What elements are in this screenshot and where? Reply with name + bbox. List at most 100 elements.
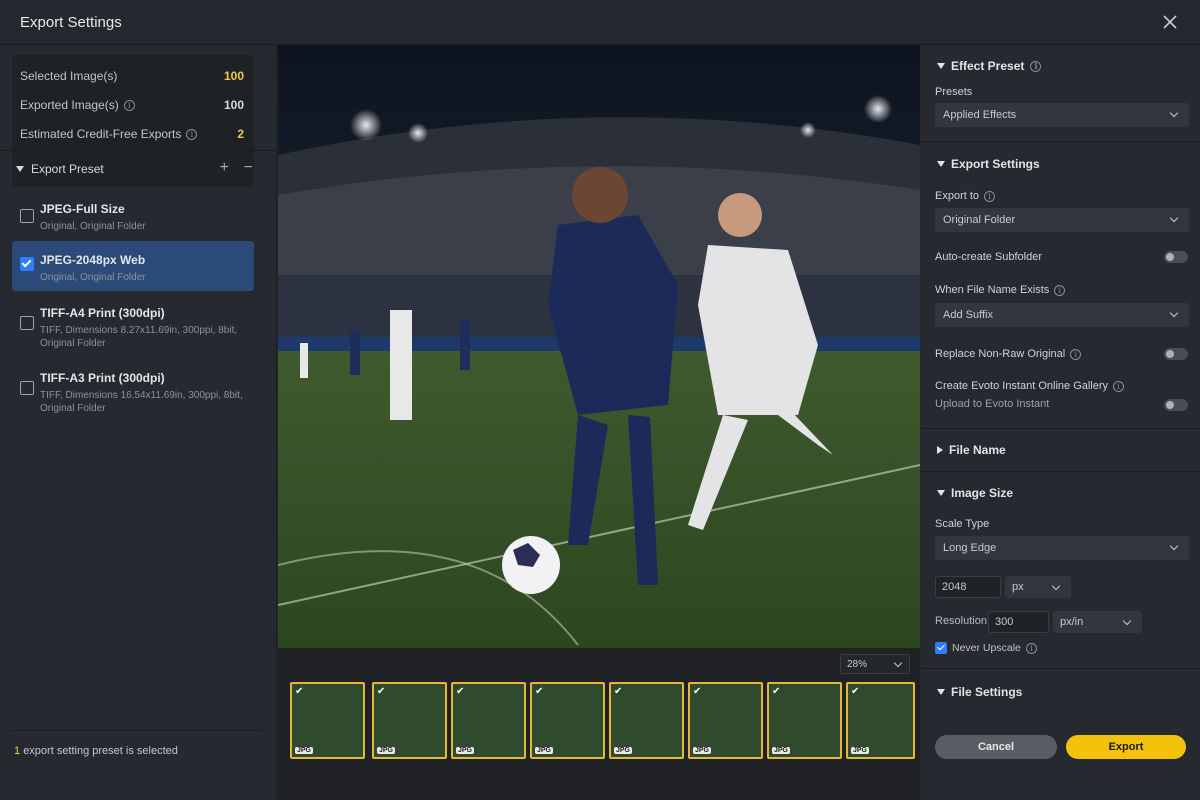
- replace-original-label-row: Replace Non-Raw Original i: [935, 348, 1082, 360]
- gallery-label: Create Evoto Instant Online Gallery: [935, 380, 1109, 392]
- info-icon[interactable]: i: [1054, 284, 1066, 296]
- file-name-header[interactable]: File Name: [937, 443, 1006, 457]
- preview-area: 28% ✔ JPG ✔ JPG ✔ JPG ✔ JPG ✔ JPG ✔ JPG ✔ JPG ✔…: [278, 45, 920, 800]
- thumbnail[interactable]: ✔ JPG: [846, 682, 915, 759]
- image-size-title: Image Size: [951, 486, 1014, 500]
- selected-images-row: Selected Image(s) 100: [20, 69, 246, 89]
- info-icon[interactable]: i: [123, 99, 135, 111]
- file-settings-header[interactable]: File Settings: [937, 685, 1022, 699]
- export-settings-dialog: Export Settings Selected Image(s) 100 Ex…: [0, 0, 1200, 800]
- file-exists-value: Add Suffix: [943, 309, 993, 321]
- preset-checkbox[interactable]: [20, 257, 34, 271]
- export-to-select[interactable]: Original Folder: [935, 208, 1189, 232]
- chevron-down-icon: [1122, 616, 1132, 626]
- file-name-title: File Name: [949, 443, 1006, 457]
- gallery-toggle[interactable]: [1164, 399, 1188, 411]
- divider: [921, 428, 1200, 429]
- never-upscale-checkbox[interactable]: [935, 642, 947, 654]
- selection-status: 1 export setting preset is selected: [14, 745, 178, 757]
- auto-subfolder-toggle[interactable]: [1164, 251, 1188, 263]
- file-settings-title: File Settings: [951, 685, 1023, 699]
- thumbnail[interactable]: ✔ JPG: [290, 682, 365, 759]
- divider: [921, 668, 1200, 669]
- preset-name: TIFF-A4 Print (300dpi): [40, 306, 165, 320]
- selection-status-text: export setting preset is selected: [23, 745, 178, 757]
- info-icon[interactable]: i: [1070, 348, 1082, 360]
- toggle-knob: [1166, 350, 1174, 358]
- auto-subfolder-label: Auto-create Subfolder: [935, 251, 1043, 263]
- export-preset-header[interactable]: Export Preset + −: [16, 159, 261, 182]
- size-input[interactable]: 2048: [935, 576, 1001, 598]
- resolution-input[interactable]: 300: [988, 611, 1049, 633]
- export-button[interactable]: Export: [1066, 735, 1186, 759]
- info-icon[interactable]: i: [186, 128, 198, 140]
- close-icon[interactable]: [1160, 12, 1180, 32]
- collapse-triangle-icon: [937, 490, 945, 496]
- thumbnail[interactable]: ✔ JPG: [372, 682, 447, 759]
- export-settings-title: Export Settings: [951, 157, 1040, 171]
- zoom-value: 28%: [847, 659, 868, 670]
- image-size-header[interactable]: Image Size: [937, 486, 1013, 500]
- preset-item-jpeg-2048px-web[interactable]: JPEG-2048px Web Original, Original Folde…: [12, 241, 254, 291]
- resolution-value: 300: [995, 616, 1014, 628]
- presets-select[interactable]: Applied Effects: [935, 103, 1189, 127]
- collapse-triangle-icon: [937, 63, 945, 69]
- presets-value: Applied Effects: [943, 109, 1017, 121]
- remove-preset-icon[interactable]: −: [244, 159, 253, 177]
- format-badge: JPG: [295, 747, 314, 754]
- resolution-unit-select[interactable]: px/in: [1053, 611, 1142, 633]
- thumbnail-strip: ✔ JPG ✔ JPG ✔ JPG ✔ JPG ✔ JPG ✔ JPG ✔ JPG ✔ JPG: [290, 682, 916, 760]
- selected-images-label: Selected Image(s): [20, 69, 118, 83]
- zoom-select[interactable]: 28%: [840, 654, 910, 674]
- credit-free-label: Estimated Credit-Free Exports: [20, 127, 182, 141]
- resolution-unit-value: px/in: [1060, 616, 1084, 628]
- thumbnail[interactable]: ✔ JPG: [451, 682, 526, 759]
- file-exists-select[interactable]: Add Suffix: [935, 303, 1189, 327]
- preset-item-tiff-a3-print[interactable]: TIFF-A3 Print (300dpi) TIFF, Dimensions …: [12, 364, 254, 420]
- export-to-value: Original Folder: [943, 214, 1016, 226]
- preset-name: JPEG-2048px Web: [40, 253, 146, 267]
- format-badge: JPG: [851, 747, 870, 754]
- preset-description: TIFF, Dimensions 8.27x11.69in, 300ppi, 8…: [40, 325, 238, 349]
- info-icon[interactable]: i: [1025, 642, 1037, 654]
- thumbnail[interactable]: ✔ JPG: [767, 682, 842, 759]
- export-preset-title: Export Preset: [31, 162, 104, 176]
- preset-checkbox[interactable]: [20, 381, 34, 395]
- scale-type-select[interactable]: Long Edge: [935, 536, 1189, 560]
- dialog-title: Export Settings: [20, 14, 122, 31]
- preset-checkbox[interactable]: [20, 316, 34, 330]
- resolution-label: Resolution: [935, 615, 987, 627]
- expand-triangle-icon: [937, 446, 943, 454]
- chevron-down-icon: [1169, 108, 1179, 118]
- replace-original-toggle[interactable]: [1164, 348, 1188, 360]
- thumbnail[interactable]: ✔ JPG: [609, 682, 684, 759]
- format-badge: JPG: [456, 747, 475, 754]
- effect-preset-header[interactable]: Effect Preset i: [937, 59, 1042, 73]
- exported-images-value: 100: [223, 98, 244, 112]
- preset-checkbox[interactable]: [20, 209, 34, 223]
- thumbnail[interactable]: ✔ JPG: [530, 682, 605, 759]
- info-icon[interactable]: i: [1030, 60, 1042, 72]
- check-icon: ✔: [377, 686, 386, 697]
- export-to-label-row: Export to i: [935, 190, 996, 202]
- chevron-down-icon: [1169, 308, 1179, 318]
- preset-name: JPEG-Full Size: [40, 202, 125, 216]
- file-exists-label: When File Name Exists: [935, 284, 1050, 296]
- info-icon[interactable]: i: [984, 190, 996, 202]
- title-bar: Export Settings: [0, 0, 1200, 45]
- file-exists-label-row: When File Name Exists i: [935, 284, 1066, 296]
- effect-preset-title: Effect Preset: [951, 59, 1025, 73]
- export-settings-header[interactable]: Export Settings: [937, 157, 1040, 171]
- size-unit-select[interactable]: px: [1005, 576, 1071, 598]
- preset-item-tiff-a4-print[interactable]: TIFF-A4 Print (300dpi) TIFF, Dimensions …: [12, 299, 254, 355]
- preset-item-jpeg-full-size[interactable]: JPEG-Full Size Original, Original Folder: [12, 195, 254, 237]
- never-upscale-label-row: Never Upscale i: [952, 642, 1037, 654]
- info-icon[interactable]: i: [1113, 380, 1125, 392]
- add-preset-icon[interactable]: +: [220, 159, 229, 177]
- cancel-button[interactable]: Cancel: [935, 735, 1057, 759]
- thumbnail[interactable]: ✔ JPG: [688, 682, 763, 759]
- never-upscale-label: Never Upscale: [952, 642, 1021, 654]
- selected-images-value: 100: [223, 69, 244, 83]
- credit-free-value: 2: [237, 127, 244, 141]
- chevron-down-icon: [1051, 581, 1061, 591]
